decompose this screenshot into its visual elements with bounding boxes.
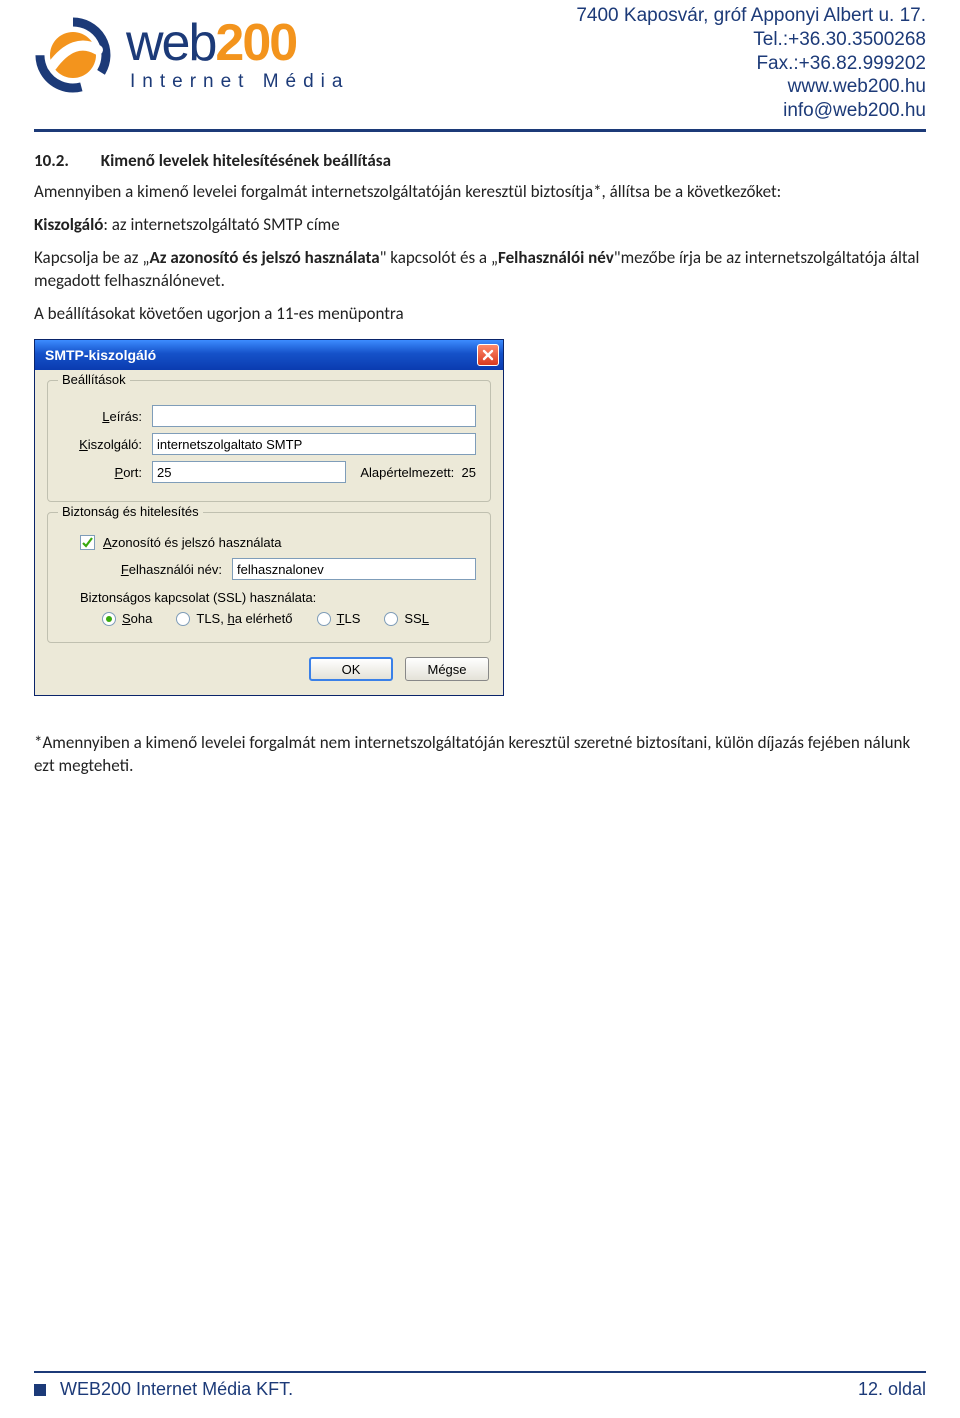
- desc-label: Leírás:: [62, 409, 152, 424]
- dialog-titlebar[interactable]: SMTP-kiszolgáló: [35, 340, 503, 370]
- group-security-legend: Biztonság és hitelesítés: [58, 504, 203, 519]
- ssl-radio-group: Soha TLS, ha elérhető TLS SSL: [102, 611, 476, 626]
- group-settings: Beállítások Leírás: Kiszolgáló: Port: Al…: [47, 380, 491, 502]
- section-heading: 10.2. Kimenő levelek hitelesítésének beá…: [34, 150, 926, 171]
- radio-tls-if-label: TLS, ha elérhető: [196, 611, 292, 626]
- radio-icon: [102, 612, 116, 626]
- dialog-title: SMTP-kiszolgáló: [45, 347, 156, 363]
- username-input[interactable]: [232, 558, 476, 580]
- radio-ssl[interactable]: SSL: [384, 611, 429, 626]
- cancel-button[interactable]: Mégse: [405, 657, 489, 681]
- paragraph-server: Kiszolgáló: az internetszolgáltató SMTP …: [34, 214, 926, 237]
- username-label: Felhasználói név:: [102, 562, 232, 577]
- contact-web: www.web200.hu: [576, 75, 926, 99]
- radio-tls-if[interactable]: TLS, ha elérhető: [176, 611, 292, 626]
- ssl-label: Biztonságos kapcsolat (SSL) használata:: [80, 590, 476, 605]
- contact-tel: Tel.:+36.30.3500268: [576, 28, 926, 52]
- logo-text: web200: [126, 17, 349, 69]
- page-footer: WEB200 Internet Média KFT. 12. oldal: [34, 1371, 926, 1400]
- section-number: 10.2.: [34, 150, 69, 171]
- contact-info: 7400 Kaposvár, gróf Apponyi Albert u. 17…: [576, 4, 926, 123]
- contact-email: info@web200.hu: [576, 99, 926, 123]
- auth-checkbox[interactable]: [80, 535, 95, 550]
- logo-subtitle: Internet Média: [130, 71, 349, 93]
- radio-icon: [317, 612, 331, 626]
- header-divider: [34, 129, 926, 132]
- radio-soha[interactable]: Soha: [102, 611, 152, 626]
- auth-checkbox-label: Azonosító és jelszó használata: [103, 535, 282, 550]
- paragraph-intro: Amennyiben a kimenő levelei forgalmát in…: [34, 181, 926, 204]
- logo: web200 Internet Média: [34, 4, 349, 94]
- port-default-label: Alapértelmezett: 25: [360, 465, 476, 480]
- group-settings-legend: Beállítások: [58, 372, 130, 387]
- footer-square-icon: [34, 1384, 46, 1396]
- server-input[interactable]: [152, 433, 476, 455]
- footer-company: WEB200 Internet Média KFT.: [60, 1379, 293, 1400]
- radio-tls-label: TLS: [337, 611, 361, 626]
- port-label: Port:: [62, 465, 152, 480]
- server-label: Kiszolgáló:: [62, 437, 152, 452]
- footer-page-number: 12. oldal: [858, 1379, 926, 1400]
- group-security: Biztonság és hitelesítés Azonosító és je…: [47, 512, 491, 643]
- page-header: web200 Internet Média 7400 Kaposvár, gró…: [34, 0, 926, 123]
- footer-divider: [34, 1371, 926, 1373]
- contact-fax: Fax.:+36.82.999202: [576, 52, 926, 76]
- radio-soha-label: Soha: [122, 611, 152, 626]
- close-icon[interactable]: [477, 344, 499, 366]
- footnote: *Amennyiben a kimenő levelei forgalmát n…: [34, 732, 926, 778]
- paragraph-next: A beállításokat követően ugorjon a 11-es…: [34, 303, 926, 326]
- logo-icon: [34, 16, 112, 94]
- section-title: Kimenő levelek hitelesítésének beállítás…: [101, 150, 391, 171]
- radio-icon: [176, 612, 190, 626]
- radio-tls[interactable]: TLS: [317, 611, 361, 626]
- ok-button[interactable]: OK: [309, 657, 393, 681]
- paragraph-auth: Kapcsolja be az „Az azonosító és jelszó …: [34, 247, 926, 293]
- radio-ssl-label: SSL: [404, 611, 429, 626]
- radio-icon: [384, 612, 398, 626]
- port-input[interactable]: [152, 461, 346, 483]
- smtp-dialog: SMTP-kiszolgáló Beállítások Leírás: Kisz…: [34, 339, 504, 696]
- contact-address: 7400 Kaposvár, gróf Apponyi Albert u. 17…: [576, 4, 926, 28]
- desc-input[interactable]: [152, 405, 476, 427]
